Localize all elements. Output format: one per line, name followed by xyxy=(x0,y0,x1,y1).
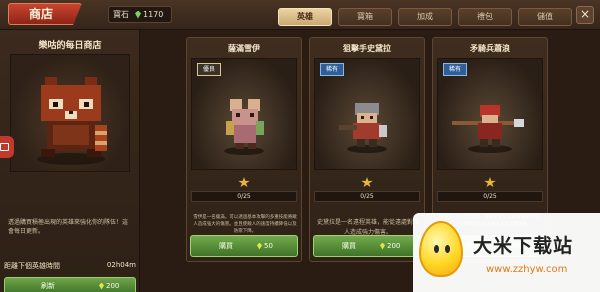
hero-name: 矛騎兵蕭浪 xyxy=(470,44,510,53)
progress-text: 0/25 xyxy=(483,193,497,200)
daily-shop-panel: 樂咕的每日商店 透過購買積極出現的英雄來強化你的隊伍！這會每日更新。 距離下個英… xyxy=(0,30,140,292)
buy-price: 50 xyxy=(257,236,273,256)
gem-icon xyxy=(135,10,141,19)
tab-chests[interactable]: 寶箱 xyxy=(338,8,392,26)
star-icon xyxy=(238,177,250,188)
tab-packs[interactable]: 禮包 xyxy=(458,8,512,26)
hero-name: 薩滿雪伊 xyxy=(228,44,260,53)
star-icon xyxy=(484,177,496,188)
refresh-timer: 距離下個英雄時間 02h04m xyxy=(4,261,136,271)
video-icon[interactable] xyxy=(0,136,14,158)
gem-label: 寶石 xyxy=(113,10,129,19)
egg-mascot-logo xyxy=(419,221,463,277)
hero-portrait: 優良 xyxy=(191,58,297,170)
daily-shop-description: 透過購買積極出現的英雄來強化你的隊伍！這會每日更新。 xyxy=(8,219,129,235)
rarity-badge: 優良 xyxy=(197,63,221,76)
site-watermark: 大米下载站 www.zzhyw.com xyxy=(413,213,600,292)
refresh-price: 200 xyxy=(99,278,119,292)
gem-counter: 寶石 1170 xyxy=(108,6,172,23)
star-icon xyxy=(361,177,373,188)
red-panda-shopkeeper-sprite xyxy=(37,77,107,165)
hero-description: 雪伊是一名薩滿。可以透過基本攻擊的多重技能將敵人造成強大的傷害。並且使敵人的速度… xyxy=(193,215,297,234)
gem-icon xyxy=(99,282,104,290)
buy-price: 200 xyxy=(380,236,400,256)
hero-card[interactable]: 薩滿雪伊 優良 0/25 雪伊是一名薩滿。可以透過基本攻擊的多重技能將敵人造成強… xyxy=(186,37,302,262)
hero-name: 狙擊手史黛拉 xyxy=(343,44,391,53)
close-button[interactable]: × xyxy=(576,6,594,24)
buy-label: 購買 xyxy=(342,242,356,250)
hero-portrait: 稀有 xyxy=(437,58,543,170)
timer-value: 02h04m xyxy=(106,261,136,269)
top-bar: 商店 寶石 1170 英雄 寶箱 加成 禮包 儲值 × xyxy=(0,0,600,30)
gem-icon xyxy=(257,242,262,250)
hero-progress-bar: 0/25 xyxy=(437,191,543,202)
refresh-price-value: 200 xyxy=(106,282,120,290)
buy-button[interactable]: 購買 200 xyxy=(313,235,421,257)
hero-progress-bar: 0/25 xyxy=(191,191,297,202)
progress-text: 0/25 xyxy=(237,193,251,200)
watermark-title: 大米下载站 xyxy=(473,235,574,257)
tab-boosts[interactable]: 加成 xyxy=(398,8,452,26)
rarity-badge: 稀有 xyxy=(320,63,344,76)
page-title: 商店 xyxy=(8,3,82,25)
buy-button[interactable]: 購買 50 xyxy=(190,235,298,257)
price-value: 50 xyxy=(264,242,273,250)
hero-progress-bar: 0/25 xyxy=(314,191,420,202)
progress-text: 0/25 xyxy=(360,193,374,200)
gem-amount: 1170 xyxy=(143,10,164,19)
shopkeeper-portrait xyxy=(10,54,130,172)
refresh-label: 刷新 xyxy=(41,282,55,290)
gem-icon xyxy=(380,242,385,250)
tab-heroes[interactable]: 英雄 xyxy=(278,8,332,26)
refresh-button[interactable]: 刷新 200 xyxy=(4,277,136,292)
watermark-url: www.zzhyw.com xyxy=(486,264,568,275)
hero-card[interactable]: 狙擊手史黛拉 稀有 0/25 史黛拉是一名遠程英雄，能從遠處對敵人造成強力傷害。… xyxy=(309,37,425,262)
category-tabs: 英雄 寶箱 加成 禮包 儲值 xyxy=(278,8,572,26)
hero-portrait: 稀有 xyxy=(314,58,420,170)
tab-topup[interactable]: 儲值 xyxy=(518,8,572,26)
daily-shop-title: 樂咕的每日商店 xyxy=(38,41,102,51)
timer-label: 距離下個英雄時間 xyxy=(4,262,60,270)
rarity-badge: 稀有 xyxy=(443,63,467,76)
buy-label: 購買 xyxy=(219,242,233,250)
price-value: 200 xyxy=(387,242,401,250)
